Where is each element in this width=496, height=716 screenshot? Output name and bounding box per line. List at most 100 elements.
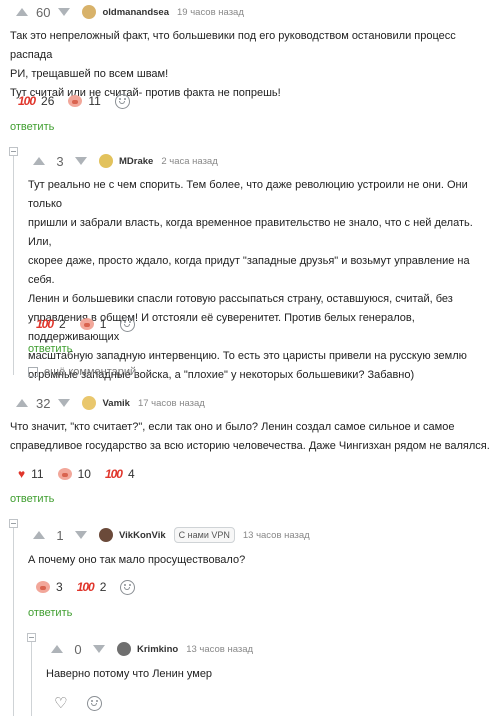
author-name[interactable]: Vamik xyxy=(102,398,129,409)
downvote-icon[interactable] xyxy=(93,645,105,653)
100-icon: 100 xyxy=(18,94,36,108)
add-reaction-button[interactable] xyxy=(114,93,130,109)
add-reaction-button[interactable] xyxy=(87,695,103,711)
reaction-count: 2 xyxy=(99,580,107,594)
avatar[interactable] xyxy=(82,396,97,410)
avatar[interactable] xyxy=(82,5,97,19)
author-name[interactable]: MDrake xyxy=(119,156,153,167)
comment-score: 0 xyxy=(74,641,82,657)
reaction-pig[interactable]: 1 xyxy=(79,317,107,331)
downvote-icon[interactable] xyxy=(75,157,87,165)
100-icon: 100 xyxy=(104,467,123,481)
reactions-bar: 3 100 2 xyxy=(36,577,149,597)
reaction-pig[interactable]: 3 xyxy=(36,580,63,594)
smile-icon xyxy=(120,579,136,595)
comment-time[interactable]: 2 часа назад xyxy=(161,156,217,167)
comment-text: Тут реально не с чем спорить. Тем более,… xyxy=(28,176,494,385)
author-name[interactable]: oldmanandsea xyxy=(102,7,169,18)
comment-line: РИ, трещавшей по всем швам! xyxy=(10,68,169,80)
reply-button[interactable]: ответить xyxy=(10,493,54,505)
reaction-100[interactable]: 100 26 xyxy=(18,94,54,108)
reply-button[interactable]: ответить xyxy=(28,343,72,355)
reaction-count: 10 xyxy=(77,467,91,481)
reply-button[interactable]: ответить xyxy=(10,121,54,133)
comment-header: 60 oldmanandsea 19 часов назад xyxy=(16,2,244,22)
comment-line: А почему оно так мало просуществовало? xyxy=(28,554,246,566)
comment-line: масштабную западную интервенцию. То есть… xyxy=(28,350,467,362)
like-button[interactable]: ♡ xyxy=(54,694,67,712)
smile-icon xyxy=(87,695,103,711)
upvote-icon[interactable] xyxy=(33,531,45,539)
comment-header: 0 Krimkino 13 часов назад xyxy=(51,639,253,659)
collapse-thread-button[interactable] xyxy=(27,633,36,642)
thread-line xyxy=(31,633,32,716)
user-badge: С нами VPN xyxy=(173,527,235,543)
comment-line: Наверно потому что Ленин умер xyxy=(46,668,213,680)
reply-button[interactable]: ответить xyxy=(28,607,72,619)
vote-control: 1 xyxy=(33,528,87,543)
comment-time[interactable]: 19 часов назад xyxy=(177,7,244,18)
comment-score: 3 xyxy=(56,153,64,169)
pig-icon xyxy=(57,468,72,480)
avatar[interactable] xyxy=(117,642,131,656)
avatar[interactable] xyxy=(99,528,113,542)
comment-text: А почему оно так мало просуществовало? xyxy=(28,551,494,570)
vote-control: 3 xyxy=(33,154,87,169)
reactions-bar: 100 26 11 xyxy=(18,91,144,111)
100-icon: 100 xyxy=(36,317,54,331)
reaction-count: 11 xyxy=(31,467,44,481)
comment-time[interactable]: 13 часов назад xyxy=(243,530,310,541)
downvote-icon[interactable] xyxy=(58,8,71,16)
reaction-heart[interactable]: ♥ 11 xyxy=(18,467,44,481)
smile-icon xyxy=(114,93,130,109)
reaction-count: 2 xyxy=(59,317,66,331)
reaction-100[interactable]: 100 2 xyxy=(77,580,107,594)
comment-time[interactable]: 13 часов назад xyxy=(186,644,253,655)
upvote-icon[interactable] xyxy=(33,157,45,165)
more-comments-link[interactable]: ещё комментарий xyxy=(28,366,136,378)
reaction-pig[interactable]: 11 xyxy=(68,94,101,108)
comment-score: 1 xyxy=(56,527,64,543)
heart-icon: ♥ xyxy=(18,467,26,481)
downvote-icon[interactable] xyxy=(58,399,71,407)
avatar[interactable] xyxy=(99,154,113,168)
comment-line: Ленин и большевики спасли готовую рассып… xyxy=(28,293,453,305)
reaction-count: 26 xyxy=(41,94,55,108)
downvote-icon[interactable] xyxy=(75,531,87,539)
comment-header: 1 VikKonVik С нами VPN 13 часов назад xyxy=(33,525,310,545)
reaction-pig[interactable]: 10 xyxy=(57,467,91,481)
comment-line: справедливое государство за всю историю … xyxy=(10,440,490,452)
reaction-100[interactable]: 100 2 xyxy=(36,317,66,331)
comment-header: 32 Vamik 17 часов назад xyxy=(16,393,205,413)
comment-time[interactable]: 17 часов назад xyxy=(138,398,205,409)
thread-line xyxy=(13,519,14,716)
100-icon: 100 xyxy=(76,580,95,594)
comment-line: Тут реально не с чем спорить. Тем более,… xyxy=(28,179,468,210)
comment-score: 32 xyxy=(36,395,51,411)
thread-line xyxy=(13,147,14,375)
reactions-bar: ♥ 11 10 100 4 xyxy=(18,464,149,484)
author-name[interactable]: VikKonVik xyxy=(119,530,166,541)
comment-text: Что значит, "кто считает?", если так оно… xyxy=(10,418,490,456)
collapse-thread-button[interactable] xyxy=(9,147,18,156)
reaction-count: 4 xyxy=(127,467,135,481)
collapse-thread-button[interactable] xyxy=(9,519,18,528)
reactions-bar: ♡ xyxy=(54,693,116,713)
upvote-icon[interactable] xyxy=(16,399,28,407)
smile-icon xyxy=(120,316,136,332)
comment-line: скорее даже, просто ждало, когда придут … xyxy=(28,255,470,286)
reaction-count: 3 xyxy=(56,580,63,594)
pig-icon xyxy=(36,581,50,593)
upvote-icon[interactable] xyxy=(51,645,63,653)
author-name[interactable]: Krimkino xyxy=(137,644,178,655)
comment-header: 3 MDrake 2 часа назад xyxy=(33,151,218,171)
reaction-count: 11 xyxy=(88,94,101,108)
add-reaction-button[interactable] xyxy=(120,579,136,595)
comment-line: Что значит, "кто считает?", если так оно… xyxy=(10,421,455,433)
reaction-100[interactable]: 100 4 xyxy=(105,467,135,481)
upvote-icon[interactable] xyxy=(16,8,28,16)
add-reaction-button[interactable] xyxy=(120,316,136,332)
reaction-count: 1 xyxy=(99,317,107,331)
comment-line: пришли и забрали власть, когда временное… xyxy=(28,217,473,248)
pig-icon xyxy=(68,95,83,107)
